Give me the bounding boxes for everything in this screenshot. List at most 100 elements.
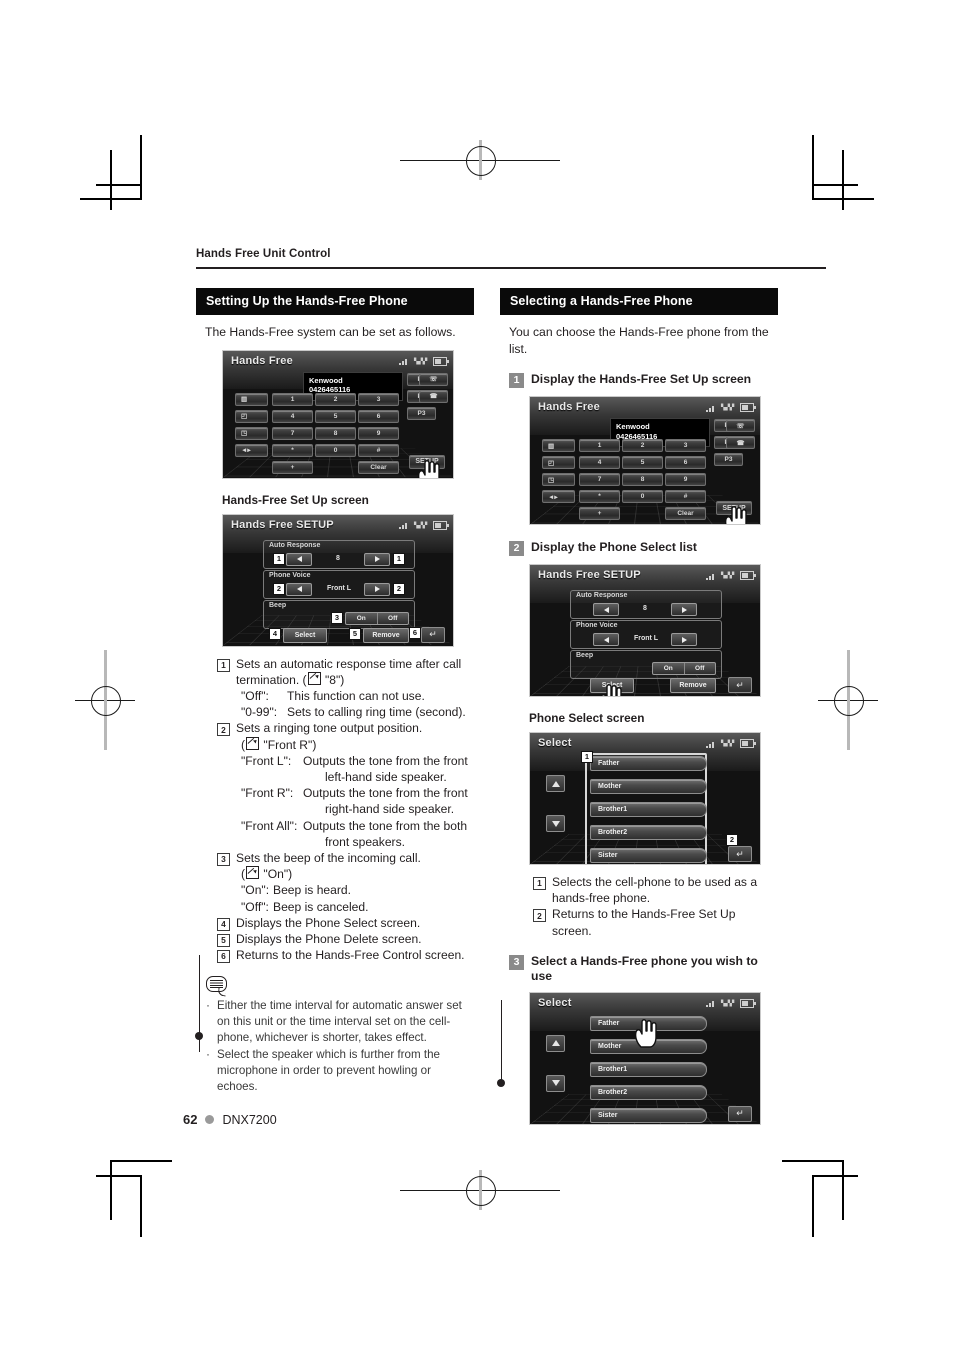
clear-key[interactable]: Clear [358,460,399,474]
dial-key-8[interactable]: 8 [622,473,663,486]
transfer-icon-key[interactable]: ◄▸ [235,443,268,457]
auto-response-value: 8 [336,554,340,562]
phone-voice-next-button[interactable] [364,582,390,596]
scroll-down-icon-button[interactable] [546,815,565,832]
call-end-icon-key[interactable]: ☎ [726,436,755,449]
return-icon-button[interactable]: ↵ [421,626,445,643]
option-key: "Off": [241,899,269,914]
preset-key-p3[interactable]: P3 [714,453,743,466]
call-end-icon-key[interactable]: ☎ [419,389,448,403]
phonebook-icon-key[interactable]: ▥ [542,439,575,452]
dial-key-2[interactable]: 2 [315,392,356,406]
beep-toggle[interactable]: On Off [345,611,409,625]
dial-key-plus[interactable]: + [579,507,620,520]
redial-icon-key[interactable]: ◳ [542,473,575,486]
call-history-icon-key[interactable]: ◰ [542,456,575,469]
scroll-up-icon-button[interactable] [546,775,565,792]
dial-key-3[interactable]: 3 [358,392,399,406]
beep-label: Beep [576,652,594,659]
dial-key-7[interactable]: 7 [579,473,620,486]
section-title-setting-up: Setting Up the Hands-Free Phone [196,288,474,315]
callout-number: 2 [217,723,230,737]
auto-response-decrease-button[interactable] [286,552,312,566]
battery-icon [740,739,756,748]
auto-response-increase-button[interactable] [671,603,697,616]
dial-key-0[interactable]: 0 [622,490,663,503]
dial-key-4[interactable]: 4 [272,409,313,423]
left-intro-text: The Hands-Free system can be set as foll… [205,325,456,339]
dial-key-1[interactable]: 1 [579,439,620,452]
list-item-brother1[interactable]: Brother1 [590,802,707,817]
call-answer-icon-key[interactable]: ☏ [726,419,755,432]
dial-key-9[interactable]: 9 [665,473,706,486]
return-icon-button[interactable]: ↵ [728,846,752,862]
clear-key[interactable]: Clear [665,507,706,520]
right-intro-text: You can choose the Hands-Free phone from… [509,325,769,356]
dial-key-2[interactable]: 2 [622,439,663,452]
return-icon-button[interactable]: ↵ [728,677,752,693]
beep-toggle[interactable]: On Off [652,662,716,675]
list-item-brother2[interactable]: Brother2 [590,1084,707,1100]
list-item-brother1[interactable]: Brother1 [590,1061,707,1077]
call-answer-icon-key[interactable]: ☏ [419,372,448,386]
call-history-icon-key[interactable]: ◰ [235,409,268,423]
registration-mark-right [818,650,878,750]
status-icons: ▚▞▞ [706,571,756,580]
list-item-father[interactable]: Father [590,756,707,771]
callout-3: 3 [331,611,343,624]
remove-button[interactable]: Remove [670,678,716,693]
right-numbered-list: 1 Selects the cell-phone to be used as a… [533,874,778,939]
dial-key-9[interactable]: 9 [358,426,399,440]
dial-key-8[interactable]: 8 [315,426,356,440]
screen-title: Hands Free [231,354,293,367]
caption-phone-select-screen: Phone Select screen [529,711,645,725]
dial-key-star[interactable]: * [579,490,620,503]
dial-key-7[interactable]: 7 [272,426,313,440]
dial-key-star[interactable]: * [272,443,313,457]
beep-on-option[interactable]: On [346,615,377,622]
transfer-icon-key[interactable]: ◄▸ [542,490,575,503]
phone-voice-next-button[interactable] [671,633,697,646]
dial-key-3[interactable]: 3 [665,439,706,452]
beep-off-option[interactable]: Off [685,665,716,672]
screen-title: Hands Free SETUP [231,518,334,531]
list-item: 2 Sets a ringing tone output position. [217,720,474,737]
dial-key-hash[interactable]: # [665,490,706,503]
auto-response-increase-button[interactable] [364,552,390,566]
select-button[interactable]: Select [283,627,327,643]
callout-5: 5 [349,627,361,640]
dial-key-1[interactable]: 1 [272,392,313,406]
list-item-brother2[interactable]: Brother2 [590,825,707,840]
scroll-down-icon-button[interactable] [546,1074,565,1092]
list-item-sister[interactable]: Sister [590,848,707,863]
option-value: Outputs the tone from the both front spea… [303,818,474,850]
pointing-hand-cursor [416,459,442,478]
option-value-line1: Outputs the tone from the both [303,818,468,833]
dial-key-6[interactable]: 6 [665,456,706,469]
remove-button[interactable]: Remove [363,627,409,643]
list-item-mother[interactable]: Mother [590,779,707,794]
dial-key-5[interactable]: 5 [622,456,663,469]
dial-key-plus[interactable]: + [272,460,313,474]
dial-key-5[interactable]: 5 [315,409,356,423]
default-setting-icon [307,671,321,685]
auto-response-decrease-button[interactable] [593,603,619,616]
return-icon-button[interactable]: ↵ [728,1105,752,1122]
list-item: 3 Sets the beep of the incoming call. [217,850,474,866]
dial-key-hash[interactable]: # [358,443,399,457]
phone-voice-previous-button[interactable] [286,582,312,596]
signal-icon [706,403,716,412]
beep-on-option[interactable]: On [653,665,684,672]
status-icons: ▚▞▞ [706,739,756,748]
preset-key-p3[interactable]: P3 [407,406,436,420]
scroll-up-icon-button[interactable] [546,1034,565,1052]
dial-key-0[interactable]: 0 [315,443,356,457]
default-setting-icon [246,866,260,880]
beep-off-option[interactable]: Off [378,615,409,622]
phone-voice-previous-button[interactable] [593,633,619,646]
redial-icon-key[interactable]: ◳ [235,426,268,440]
list-item-sister[interactable]: Sister [590,1107,707,1123]
dial-key-4[interactable]: 4 [579,456,620,469]
phonebook-icon-key[interactable]: ▥ [235,392,268,406]
dial-key-6[interactable]: 6 [358,409,399,423]
